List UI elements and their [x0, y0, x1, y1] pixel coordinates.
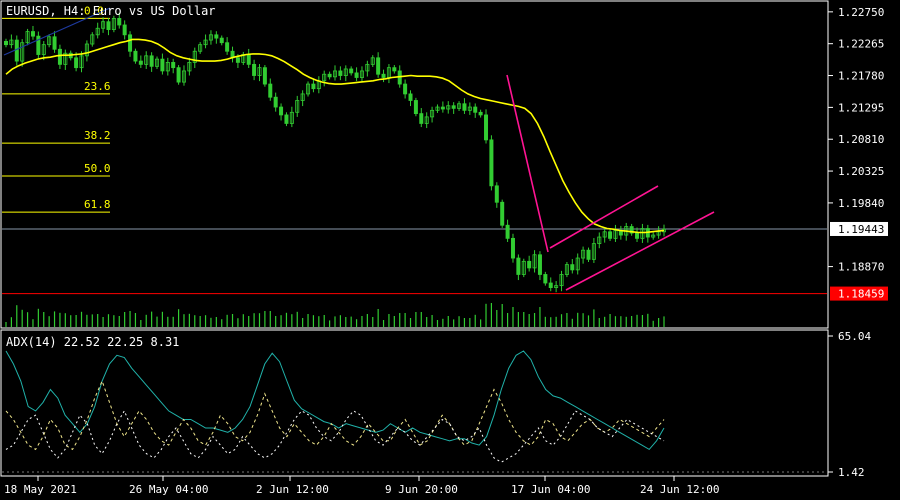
candle-body	[516, 257, 521, 275]
candle-body	[225, 42, 230, 52]
support-label: 1.18459	[838, 288, 884, 301]
candle-body	[354, 72, 359, 78]
candle-body	[171, 62, 176, 69]
candle-body	[510, 237, 515, 259]
candle-body	[451, 105, 456, 109]
current-price-label: 1.19443	[838, 223, 884, 236]
candle-body	[500, 201, 505, 226]
candle-body	[117, 18, 122, 26]
candle-body	[122, 24, 127, 36]
fib-level-label: 50.0	[84, 162, 111, 175]
price-tick-label: 1.22750	[838, 6, 884, 19]
candle-body	[14, 39, 19, 62]
candle-body	[543, 274, 548, 284]
candle-body	[279, 106, 284, 116]
time-tick-label: 9 Jun 20:00	[385, 483, 458, 496]
symbol-title: EURUSD, H4: Euro vs US Dollar	[6, 4, 216, 18]
candle-body	[494, 185, 499, 203]
price-tick-label: 1.21780	[838, 70, 884, 83]
candle-body	[489, 139, 494, 187]
candle-body	[349, 68, 354, 74]
candle-body	[138, 60, 143, 65]
candle-body	[4, 40, 9, 46]
price-tick-label: 1.18870	[838, 261, 884, 274]
candle-body	[473, 106, 478, 113]
candle-body	[478, 111, 483, 116]
price-tick-label: 1.20325	[838, 165, 884, 178]
fib-level-label: 38.2	[84, 129, 111, 142]
candle-body	[176, 67, 181, 83]
candle-body	[570, 264, 575, 271]
candle-body	[252, 63, 257, 76]
candle-body	[413, 100, 418, 115]
candle-body	[214, 34, 219, 39]
candle-body	[327, 73, 332, 78]
candle-body	[586, 249, 591, 260]
candle-body	[149, 55, 154, 67]
candle-body	[311, 83, 316, 90]
candle-body	[284, 114, 289, 124]
candle-body	[537, 254, 542, 275]
time-tick-label: 17 Jun 04:00	[511, 483, 590, 496]
adx-title: ADX(14) 22.52 22.25 8.31	[6, 335, 179, 349]
time-tick-label: 24 Jun 12:00	[640, 483, 719, 496]
candle-body	[338, 70, 343, 76]
candle-body	[527, 260, 532, 269]
adx-tick-label: 65.04	[838, 330, 871, 343]
candle-body	[133, 50, 138, 62]
candle-body	[262, 67, 267, 85]
candle-body	[440, 106, 445, 110]
candle-body	[419, 113, 424, 124]
candle-body	[57, 48, 62, 65]
time-tick-label: 18 May 2021	[4, 483, 77, 496]
price-tick-label: 1.21295	[838, 101, 884, 114]
trading-chart[interactable]: 0.023.638.250.061.8 EURUSD, H4: Euro vs …	[0, 0, 900, 500]
candle-body	[235, 57, 240, 63]
candle-body	[106, 21, 111, 30]
candle-body	[219, 37, 224, 44]
candle-body	[160, 58, 165, 72]
candle-body	[30, 31, 35, 37]
time-tick-label: 2 Jun 12:00	[256, 483, 329, 496]
price-tick-label: 1.22265	[838, 38, 884, 51]
candle-body	[403, 83, 408, 95]
candle-body	[392, 67, 397, 72]
candle-body	[462, 103, 467, 111]
candle-body	[273, 96, 278, 108]
candle-body	[381, 73, 386, 78]
candle-body	[74, 57, 79, 69]
candle-body	[128, 34, 133, 52]
price-tick-label: 1.19840	[838, 197, 884, 210]
adx-tick-label: 1.42	[838, 466, 865, 479]
candle-body	[408, 93, 413, 101]
candle-body	[635, 232, 640, 239]
time-tick-label: 26 May 04:00	[129, 483, 208, 496]
candle-body	[376, 57, 381, 75]
candle-body	[246, 54, 251, 65]
fib-level-label: 61.8	[84, 198, 111, 211]
candle-body	[268, 83, 273, 98]
candle-body	[548, 282, 553, 289]
candle-body	[608, 231, 613, 239]
fib-level-label: 23.6	[84, 80, 111, 93]
candle-body	[52, 36, 57, 50]
price-tick-label: 1.20810	[838, 133, 884, 146]
candle-body	[505, 224, 510, 239]
candle-body	[484, 114, 489, 141]
